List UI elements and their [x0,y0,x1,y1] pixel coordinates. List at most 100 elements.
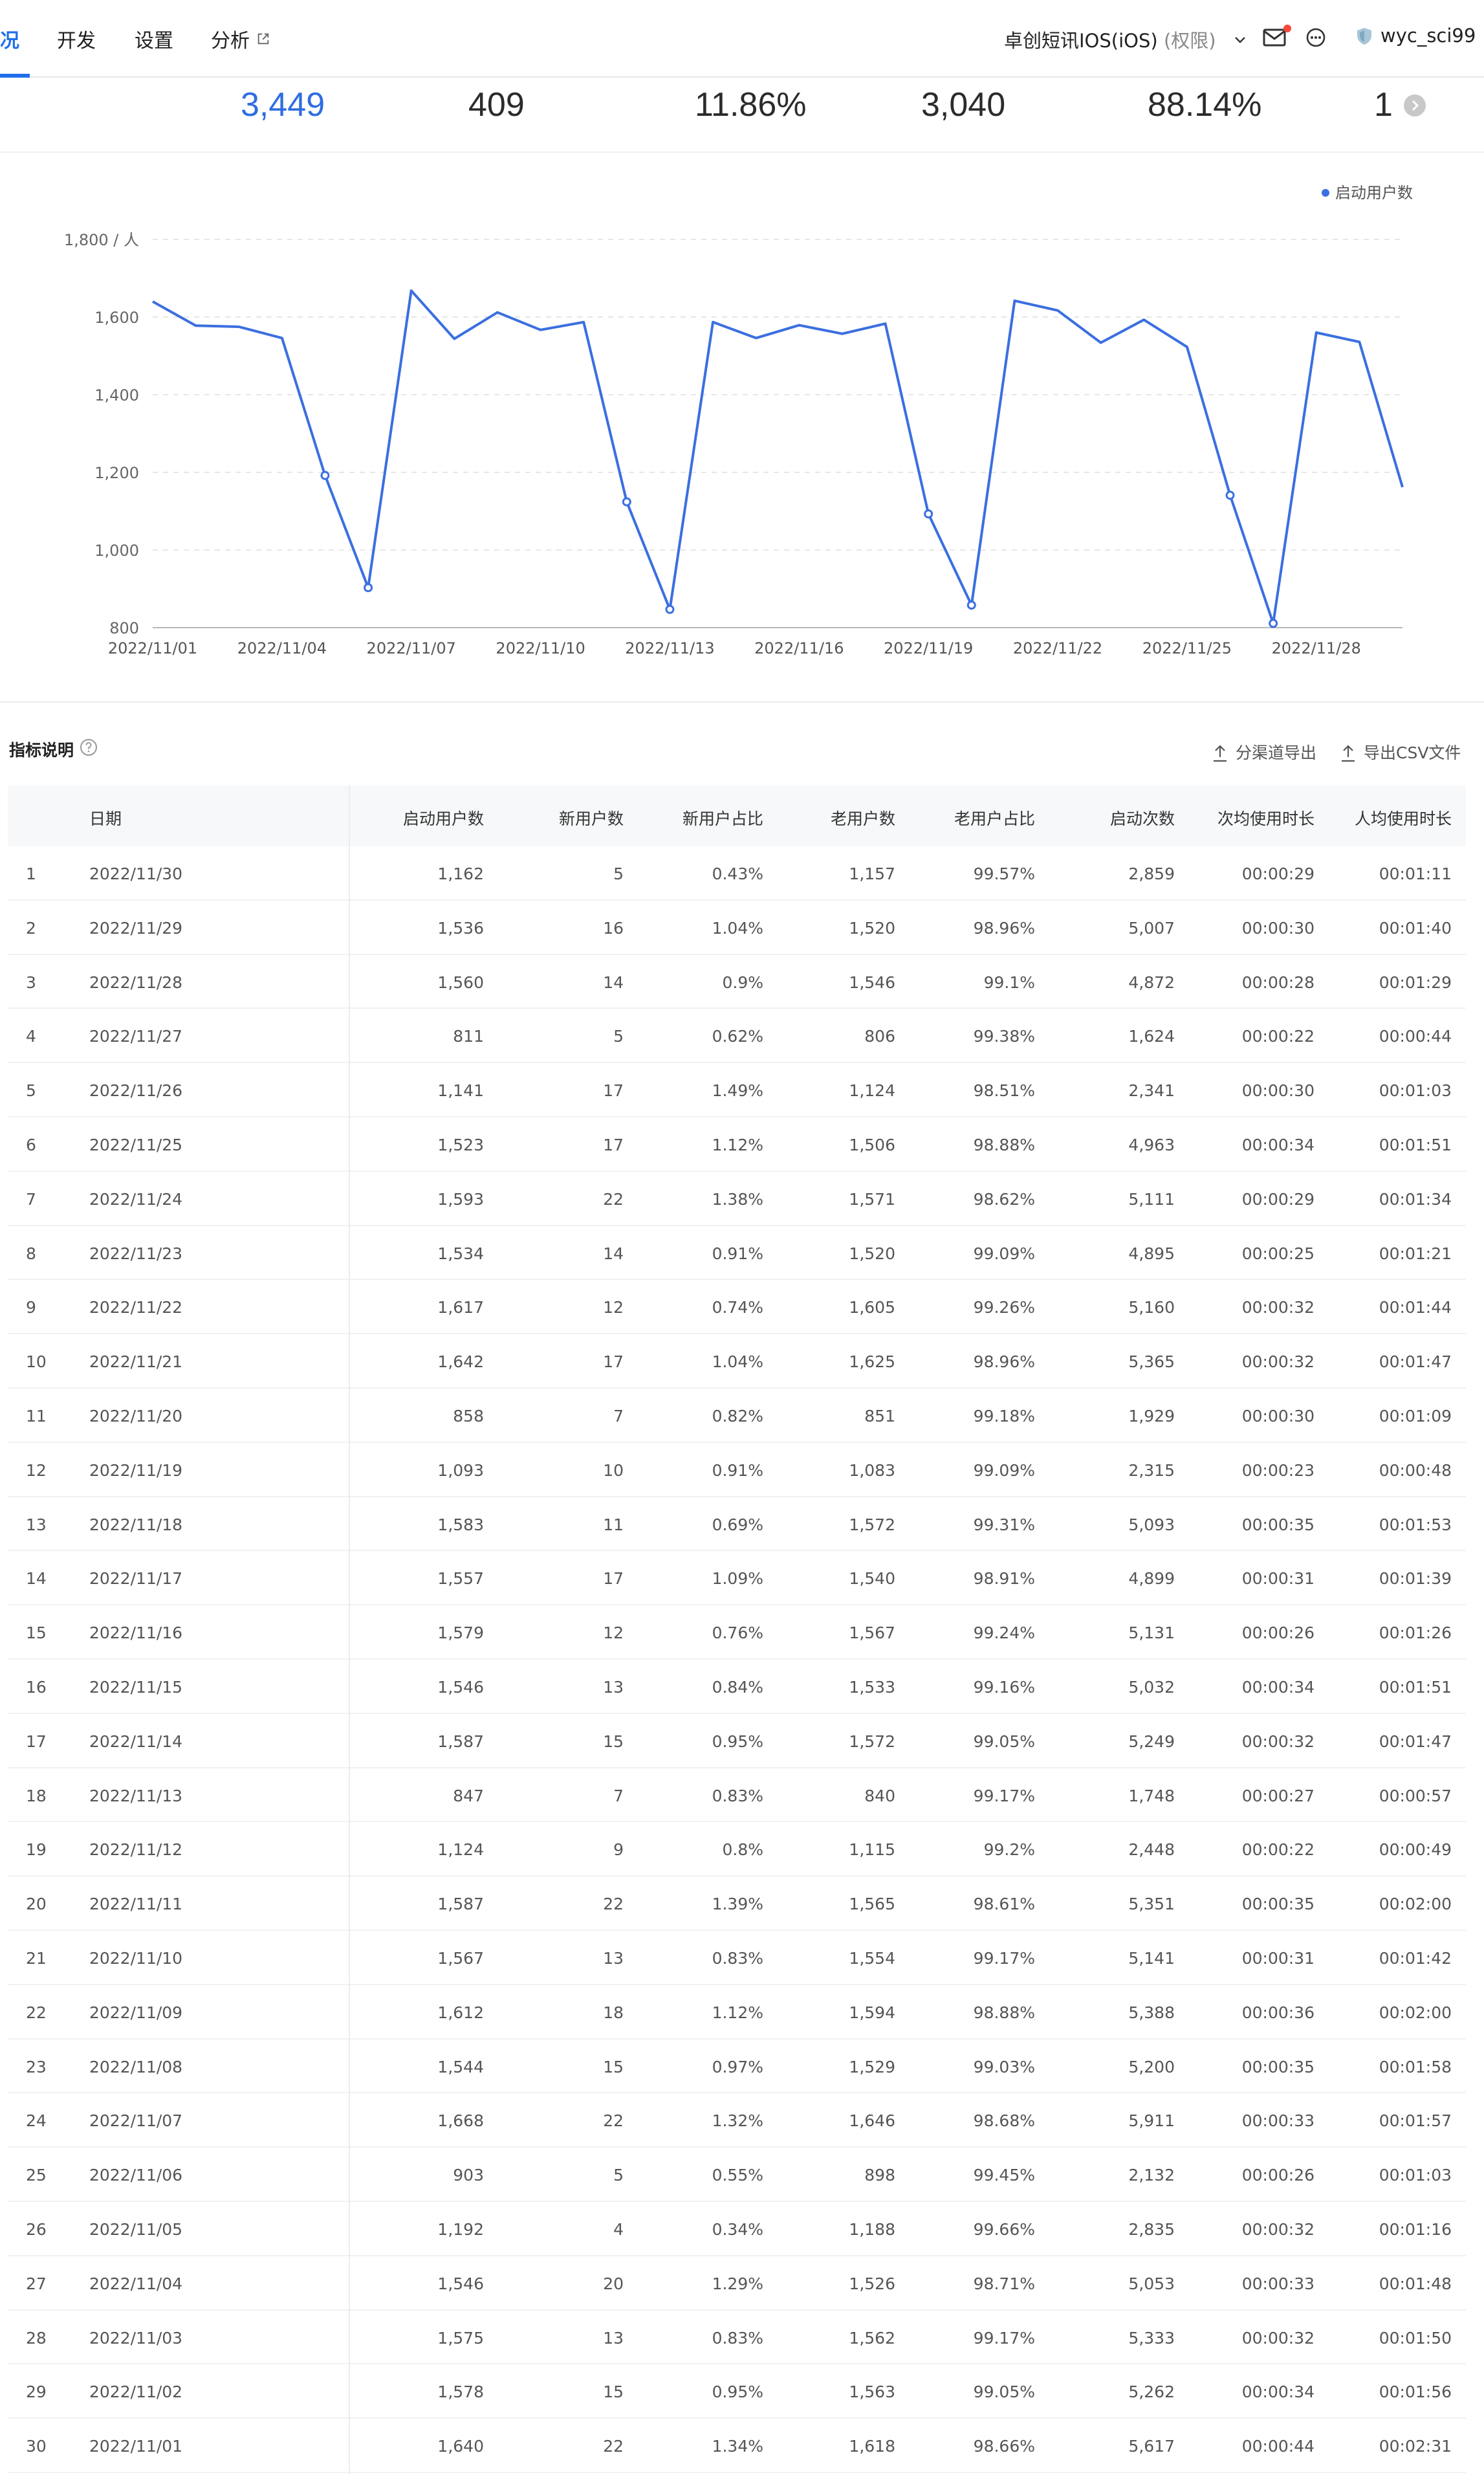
data-point [924,509,933,519]
table-cell: 5 [613,1027,624,1046]
export-csv-button[interactable]: 导出CSV文件 [1340,740,1461,764]
table-cell: 2022/11/09 [89,2003,183,2022]
more-icon[interactable] [1305,27,1326,48]
table-cell: 00:01:29 [1379,973,1452,992]
row-index: 30 [26,2437,47,2456]
x-tick-label: 2022/11/25 [1142,639,1232,657]
table-cell: 2022/11/28 [89,973,183,992]
table-cell: 00:01:50 [1379,2328,1452,2348]
tab-analysis[interactable]: 分析 [211,25,270,53]
table-cell: 1,625 [849,1352,895,1372]
chevron-right-icon [1412,100,1419,111]
table-cell: 00:01:47 [1379,1352,1452,1372]
y-tick-label: 1,600 [94,309,139,327]
y-tick-label: 1,400 [94,386,139,404]
table-cell: 1,612 [437,2003,484,2022]
user-menu[interactable]: wyc_sci99 [1356,25,1476,47]
row-index: 14 [26,1569,47,1589]
table-cell: 99.38% [973,1027,1035,1046]
table-cell: 22 [603,1895,624,1914]
table-cell: 00:00:30 [1241,918,1315,938]
table-cell: 00:01:11 [1379,864,1452,883]
data-point [665,604,675,614]
table-cell: 99.16% [973,1677,1035,1697]
table-cell: 17 [603,1081,624,1101]
table-cell: 00:00:34 [1241,1677,1315,1697]
export-by-channel-button[interactable]: 分渠道导出 [1212,740,1316,764]
table-cell: 00:00:30 [1241,1406,1315,1425]
header-sessions[interactable]: 启动次数 [1110,806,1175,830]
table-cell: 2022/11/10 [89,1948,183,1968]
table-row: 2 2022/11/29 1,536 16 1.04% 1,520 98.96% 5,007 0… [8,901,1466,955]
table-cell: 00:00:35 [1241,2057,1315,2076]
data-point [1269,619,1278,628]
table-cell: 99.09% [973,1460,1035,1480]
table-row: 1 2022/11/30 1,162 5 0.43% 1,157 99.57% 2,859 00… [8,846,1466,901]
header-active-users[interactable]: 启动用户数 [403,806,484,830]
table-cell: 1,624 [1128,1027,1175,1046]
table-cell: 1,124 [437,1840,484,1860]
table-cell: 1.29% [712,2274,763,2293]
table-cell: 00:00:32 [1241,1352,1315,1372]
table-cell: 1,642 [437,1352,484,1372]
chart-divider [0,701,1484,703]
table-cell: 0.83% [712,1948,763,1968]
table-cell: 2022/11/20 [89,1406,183,1425]
row-index: 17 [26,1732,47,1751]
header-avg-session-duration[interactable]: 次均使用时长 [1217,806,1315,830]
x-tick-label: 2022/11/13 [625,639,714,657]
table-cell: 99.26% [973,1298,1035,1317]
app-selector[interactable]: 卓创短讯IOS(iOS) (权限) [1004,26,1247,53]
table-cell: 9 [613,1840,624,1860]
tab-develop[interactable]: 开发 [57,25,96,53]
table-cell: 00:01:03 [1379,2166,1452,2185]
tab-settings[interactable]: 设置 [135,25,173,53]
x-tick-label: 2022/11/16 [754,639,844,657]
table-cell: 99.05% [973,1732,1035,1751]
table-cell: 2,835 [1128,2219,1175,2239]
table-cell: 99.09% [973,1244,1035,1263]
table-cell: 1,578 [437,2382,484,2402]
table-cell: 1,560 [437,973,484,992]
legend-label: 启动用户数 [1335,184,1413,202]
mail-icon[interactable] [1263,28,1286,47]
table-cell: 00:00:31 [1241,1948,1315,1968]
table-cell: 1.12% [712,2003,763,2022]
table-cell: 00:00:27 [1241,1786,1315,1805]
header-returning-user-ratio[interactable]: 老用户占比 [954,806,1035,830]
table-cell: 1,162 [437,864,484,883]
header-avg-user-duration[interactable]: 人均使用时长 [1355,806,1452,830]
header-date[interactable]: 日期 [89,806,122,830]
table-cell: 00:00:29 [1241,864,1315,883]
table-cell: 1,587 [437,1732,484,1751]
table-cell: 5,053 [1128,2274,1175,2293]
table-cell: 00:01:39 [1379,1569,1452,1589]
header-new-users[interactable]: 新用户数 [559,806,624,830]
table-cell: 5,093 [1128,1515,1175,1534]
table-cell: 00:00:48 [1379,1460,1452,1480]
table-cell: 18 [603,2003,624,2022]
table-row: 22 2022/11/09 1,612 18 1.12% 1,594 98.88% 5,388… [8,1985,1466,2040]
table-cell: 851 [864,1406,895,1425]
upload-icon [1214,745,1227,762]
table-cell: 1,526 [849,2274,895,2293]
table-cell: 1,544 [437,2057,484,2076]
help-icon[interactable] [79,738,98,757]
header-returning-users[interactable]: 老用户数 [831,806,895,830]
table-cell: 00:00:32 [1241,2328,1315,2348]
table-cell: 2022/11/22 [89,1298,183,1317]
kpi-next-button[interactable] [1404,94,1426,116]
tab-overview[interactable]: 况 [0,25,19,53]
header-new-user-ratio[interactable]: 新用户占比 [682,806,763,830]
row-index: 1 [26,864,36,883]
table-cell: 14 [603,1244,624,1263]
table-cell: 1,554 [849,1948,895,1968]
table-header: 日期 启动用户数 新用户数 新用户占比 老用户数 老用户占比 启动次数 次均使用时长 人均使用时… [8,786,1466,846]
table-cell: 22 [603,1189,624,1209]
table-cell: 0.91% [712,1244,763,1263]
row-index: 22 [26,2003,47,2022]
row-index: 20 [26,1895,47,1914]
row-index: 19 [26,1840,47,1860]
export-by-channel-label: 分渠道导出 [1236,743,1317,762]
table-row: 18 2022/11/13 847 7 0.83% 840 99.17% 1,748 00:00… [8,1768,1466,1823]
